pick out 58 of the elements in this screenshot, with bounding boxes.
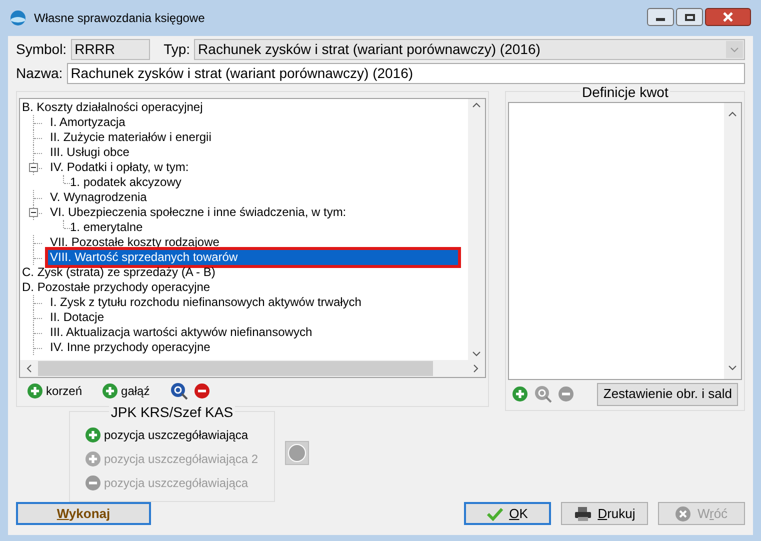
tree-item[interactable]: III. Usługi obce xyxy=(48,145,130,160)
minimize-button[interactable] xyxy=(647,8,674,26)
tool-label[interactable]: korzeń xyxy=(46,382,82,400)
action-button[interactable]: Wykonaj xyxy=(16,502,151,525)
chevron-down-icon[interactable] xyxy=(728,365,737,371)
name-label: Nazwa: xyxy=(16,64,63,82)
status-indicator xyxy=(285,440,309,464)
collapse-icon[interactable] xyxy=(29,208,38,217)
summary-button[interactable]: Zestawienie obr. i sald xyxy=(597,382,738,406)
jpk-action[interactable]: pozycja uszczegóławiająca xyxy=(104,426,248,444)
close-button[interactable] xyxy=(705,8,751,26)
maximize-button[interactable] xyxy=(676,8,703,26)
tree-item[interactable]: II. Dotacje xyxy=(48,310,104,325)
symbol-label: Symbol: xyxy=(16,40,67,59)
chevron-down-icon[interactable] xyxy=(472,351,482,357)
tool-label[interactable]: gałąź xyxy=(121,382,150,400)
tree-item[interactable]: D. Pozostałe przychody operacyjne xyxy=(20,280,210,295)
name-field[interactable]: Rachunek zysków i strat (wariant porównawczy) (2016) xyxy=(66,62,745,84)
tree-item[interactable]: VIII. Wartość sprzedanych towarów xyxy=(48,250,458,265)
plus-icon[interactable] xyxy=(512,386,528,402)
tree-item[interactable]: 1. podatek akcyzowy xyxy=(68,175,182,190)
minus-icon[interactable] xyxy=(194,383,210,399)
tree-item[interactable]: III. Aktualizacja wartości aktywów niefinansowych xyxy=(48,325,312,340)
chevron-down-icon xyxy=(726,40,743,58)
tree-item[interactable]: II. Zużycie materiałów i energii xyxy=(48,130,212,145)
plus-icon[interactable] xyxy=(85,427,101,443)
chevron-right-icon[interactable] xyxy=(473,364,480,373)
chevron-left-icon[interactable] xyxy=(26,364,32,373)
tree-item[interactable]: VII. Pozostałe koszty rodzajowe xyxy=(48,235,220,250)
tree-item[interactable]: I. Amortyzacja xyxy=(48,115,126,130)
plus-icon[interactable] xyxy=(102,383,118,399)
action-button[interactable]: OK xyxy=(464,502,551,525)
tree-item[interactable]: B. Koszty działalności operacyjnej xyxy=(20,100,203,115)
app-logo-icon xyxy=(10,10,26,26)
horizontal-scrollbar[interactable] xyxy=(20,360,486,377)
printer-icon xyxy=(574,506,592,520)
window-title: Własne sprawozdania księgowe xyxy=(34,10,206,27)
vertical-scrollbar[interactable] xyxy=(724,103,741,379)
checkmark-icon xyxy=(487,506,504,520)
close-icon xyxy=(723,12,733,22)
tree-item[interactable]: IV. Inne przychody operacyjne xyxy=(48,340,210,355)
plus-icon[interactable] xyxy=(27,383,43,399)
tree-item[interactable]: V. Wynagrodzenia xyxy=(48,190,147,205)
symbol-field[interactable]: RRRR xyxy=(70,38,150,60)
tree-item[interactable]: I. Zysk z tytułu rozchodu niefinansowych aktywów trwałych xyxy=(48,295,362,310)
panel-title: Definicje kwot xyxy=(580,85,670,99)
vertical-scrollbar[interactable] xyxy=(468,99,486,360)
chevron-up-icon[interactable] xyxy=(472,102,482,108)
action-button[interactable]: Drukuj xyxy=(561,502,648,525)
search-icon[interactable] xyxy=(170,382,188,400)
type-label: Typ: xyxy=(164,40,190,59)
tree-item[interactable]: IV. Podatki i opłaty, w tym: xyxy=(48,160,189,175)
tree-item[interactable]: C. Zysk (strata) ze sprzedaży (A - B) xyxy=(20,265,216,280)
tree-item[interactable]: VI. Ubezpieczenia społeczne i inne świadczenia, w tym: xyxy=(48,205,346,220)
chevron-up-icon[interactable] xyxy=(728,111,737,117)
collapse-icon[interactable] xyxy=(29,163,38,172)
tree-item[interactable]: 1. emerytalne xyxy=(68,220,143,235)
type-dropdown[interactable]: Rachunek zysków i strat (wariant porównawczy) (2016) xyxy=(194,38,745,60)
